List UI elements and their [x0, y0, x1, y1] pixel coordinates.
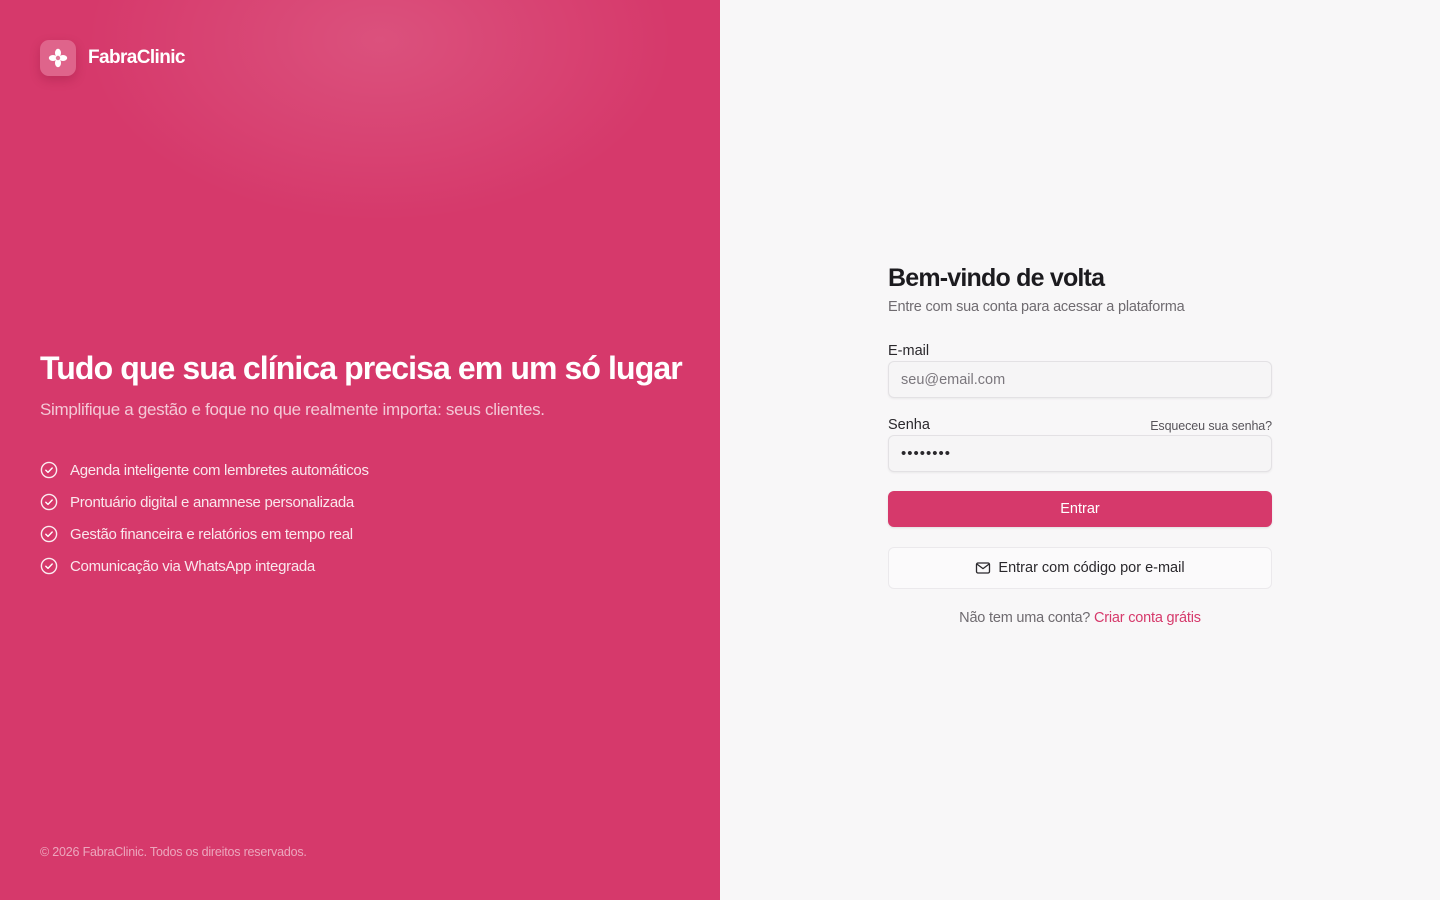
signup-prompt: Não tem uma conta? Criar conta grátis [888, 610, 1272, 626]
feature-text: Prontuário digital e anamnese personaliz… [70, 493, 354, 511]
feature-list: Agenda inteligente com lembretes automát… [40, 454, 700, 582]
email-group: E-mail [888, 343, 1272, 398]
password-label: Senha [888, 417, 930, 433]
feature-item: Agenda inteligente com lembretes automát… [40, 454, 700, 486]
no-account-text: Não tem uma conta? [959, 610, 1091, 626]
flower-icon [40, 40, 76, 76]
email-field[interactable] [888, 361, 1272, 398]
login-panel: Bem-vindo de volta Entre com sua conta p… [720, 0, 1440, 900]
feature-text: Comunicação via WhatsApp integrada [70, 557, 315, 575]
password-group: Senha Esqueceu sua senha? [888, 417, 1272, 472]
feature-text: Gestão financeira e relatórios em tempo … [70, 525, 353, 543]
check-circle-icon [40, 525, 58, 543]
email-code-login-button[interactable]: Entrar com código por e-mail [888, 547, 1272, 589]
hero-subtitle: Simplifique a gestão e foque no que real… [40, 400, 545, 419]
feature-item: Gestão financeira e relatórios em tempo … [40, 518, 700, 550]
feature-item: Prontuário digital e anamnese personaliz… [40, 486, 700, 518]
copyright: © 2026 FabraClinic. Todos os direitos re… [40, 845, 307, 859]
signup-link[interactable]: Criar conta grátis [1094, 610, 1201, 626]
login-form: Bem-vindo de volta Entre com sua conta p… [888, 262, 1272, 626]
forgot-password-link[interactable]: Esqueceu sua senha? [1150, 419, 1272, 433]
hero-title: Tudo que sua clínica precisa em um só lu… [40, 350, 683, 386]
brand-name: FabraClinic [88, 47, 185, 68]
brand-panel: FabraClinic Tudo que sua clínica precisa… [0, 0, 720, 900]
check-circle-icon [40, 493, 58, 511]
submit-button[interactable]: Entrar [888, 491, 1272, 527]
password-field[interactable] [888, 435, 1272, 472]
brand: FabraClinic [40, 40, 185, 76]
email-label: E-mail [888, 343, 930, 359]
login-description: Entre com sua conta para acessar a plata… [888, 299, 1185, 315]
check-circle-icon [40, 557, 58, 575]
mail-icon [975, 560, 991, 576]
hero: Tudo que sua clínica precisa em um só lu… [40, 348, 700, 582]
email-code-login-label: Entrar com código por e-mail [998, 560, 1185, 576]
login-title: Bem-vindo de volta [888, 264, 1105, 292]
feature-item: Comunicação via WhatsApp integrada [40, 550, 700, 582]
feature-text: Agenda inteligente com lembretes automát… [70, 461, 369, 479]
check-circle-icon [40, 461, 58, 479]
